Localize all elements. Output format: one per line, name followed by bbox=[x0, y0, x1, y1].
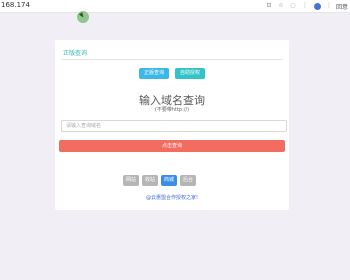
query-button[interactable]: 点击查询 bbox=[59, 140, 285, 152]
tab-counter-icon[interactable]: ◌ bbox=[289, 2, 297, 10]
title-divider bbox=[61, 59, 283, 60]
translate-icon[interactable]: ⊡ bbox=[265, 2, 273, 10]
browser-address-bar[interactable]: 168.174 ⊡ ☆ ◌ ⋮ ⋮ 回意 bbox=[0, 0, 350, 13]
avatar[interactable] bbox=[313, 2, 321, 10]
tab-self-authorization[interactable]: 自助授权 bbox=[175, 68, 206, 79]
address-url[interactable]: 168.174 bbox=[1, 1, 30, 10]
menu-dots-icon[interactable]: ⋮ bbox=[301, 2, 309, 10]
card-section-title: 正版查询 bbox=[63, 50, 88, 57]
domain-search-input[interactable]: 请输入查询域名 bbox=[61, 120, 287, 132]
action-button-collect[interactable]: 收站 bbox=[142, 175, 159, 186]
action-button-admin[interactable]: 后台 bbox=[180, 175, 197, 186]
tab-authentic-query[interactable]: 正版查询 bbox=[139, 68, 170, 79]
query-card: 正版查询 正版查询 自助授权 输入域名查询 (不要带http://) 请输入查询… bbox=[55, 40, 289, 210]
page-subtitle: (不要带http://) bbox=[154, 107, 190, 113]
tab-group: 正版查询 自助授权 bbox=[139, 68, 206, 79]
browser-toolbar: ⊡ ☆ ◌ ⋮ ⋮ 回意 bbox=[261, 1, 350, 11]
extensions-icon[interactable]: ⋮ bbox=[325, 2, 333, 10]
action-buttons: 网站 收站 商城 后台 bbox=[123, 175, 197, 186]
action-button-mall[interactable]: 商城 bbox=[161, 175, 178, 186]
action-button-site[interactable]: 网站 bbox=[123, 175, 140, 186]
star-icon[interactable]: ☆ bbox=[277, 2, 285, 10]
toolbar-label[interactable]: 回意 bbox=[336, 2, 348, 11]
footer-note[interactable]: @云惠盟合作授权之家! bbox=[55, 194, 289, 201]
